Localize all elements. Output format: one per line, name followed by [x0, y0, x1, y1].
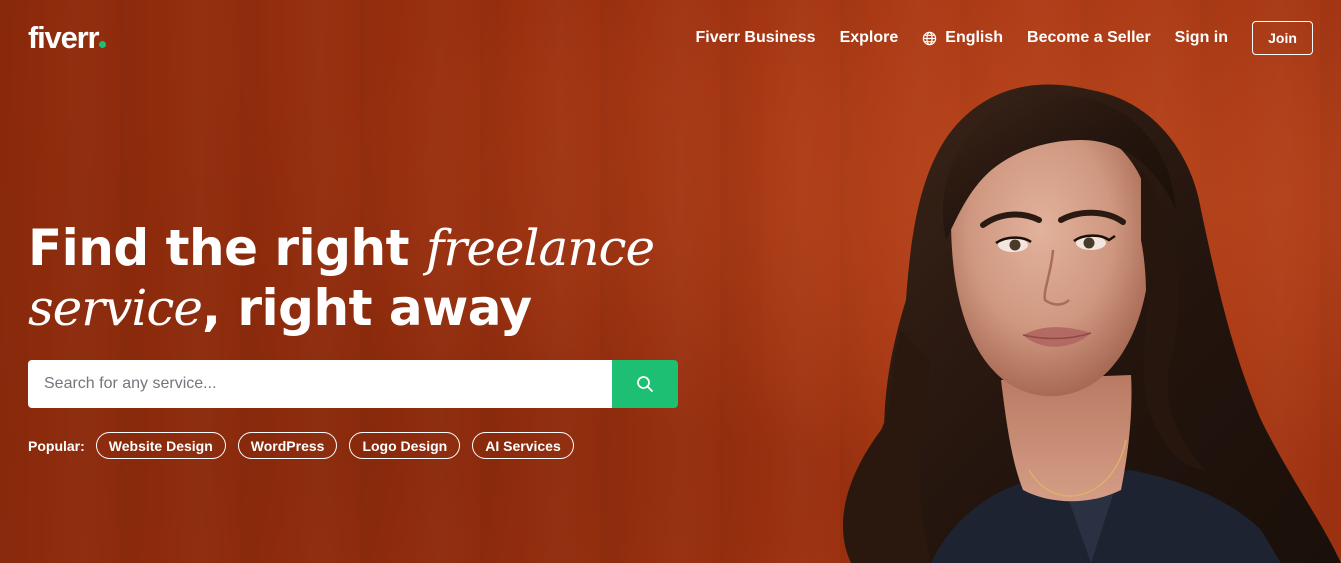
headline-part-1: Find the right: [28, 219, 426, 277]
nav-language-label: English: [945, 29, 1004, 46]
headline-part-2: , right away: [201, 279, 532, 337]
popular-tag-website-design[interactable]: Website Design: [95, 432, 226, 459]
nav-explore[interactable]: Explore: [840, 29, 899, 47]
nav-language[interactable]: English: [922, 29, 1003, 47]
hero-section: fiverr Fiverr Business Explore English B…: [0, 0, 1341, 563]
logo-dot: [99, 41, 107, 48]
popular-label: Popular:: [28, 437, 85, 454]
hero-headline: Find the right freelance service, right …: [28, 218, 655, 338]
popular-tag-ai-services[interactable]: AI Services: [472, 432, 574, 459]
headline-line-1: Find the right freelance: [28, 218, 655, 278]
globe-icon: [922, 31, 937, 46]
headline-line-2: service, right away: [28, 278, 654, 338]
popular-tag-wordpress[interactable]: WordPress: [237, 432, 338, 459]
search-bar: [28, 360, 678, 408]
hero-person-image: [761, 0, 1341, 563]
nav-become-seller[interactable]: Become a Seller: [1027, 29, 1151, 47]
join-button[interactable]: Join: [1252, 21, 1313, 55]
search-button[interactable]: [612, 360, 678, 408]
header: fiverr Fiverr Business Explore English B…: [0, 0, 1341, 76]
headline-italic-1: freelance: [425, 219, 655, 277]
headline-italic-2: service: [28, 279, 203, 337]
popular-tag-logo-design[interactable]: Logo Design: [349, 432, 461, 459]
fiverr-logo[interactable]: fiverr: [28, 20, 107, 56]
popular-searches: Popular: Website Design WordPress Logo D…: [28, 432, 586, 459]
nav-fiverr-business[interactable]: Fiverr Business: [696, 29, 816, 47]
search-input[interactable]: [28, 360, 612, 408]
logo-text: fiverr: [28, 20, 100, 55]
top-nav: Fiverr Business Explore English Become a…: [696, 20, 1313, 56]
nav-sign-in[interactable]: Sign in: [1175, 29, 1228, 47]
search-icon: [637, 376, 653, 392]
